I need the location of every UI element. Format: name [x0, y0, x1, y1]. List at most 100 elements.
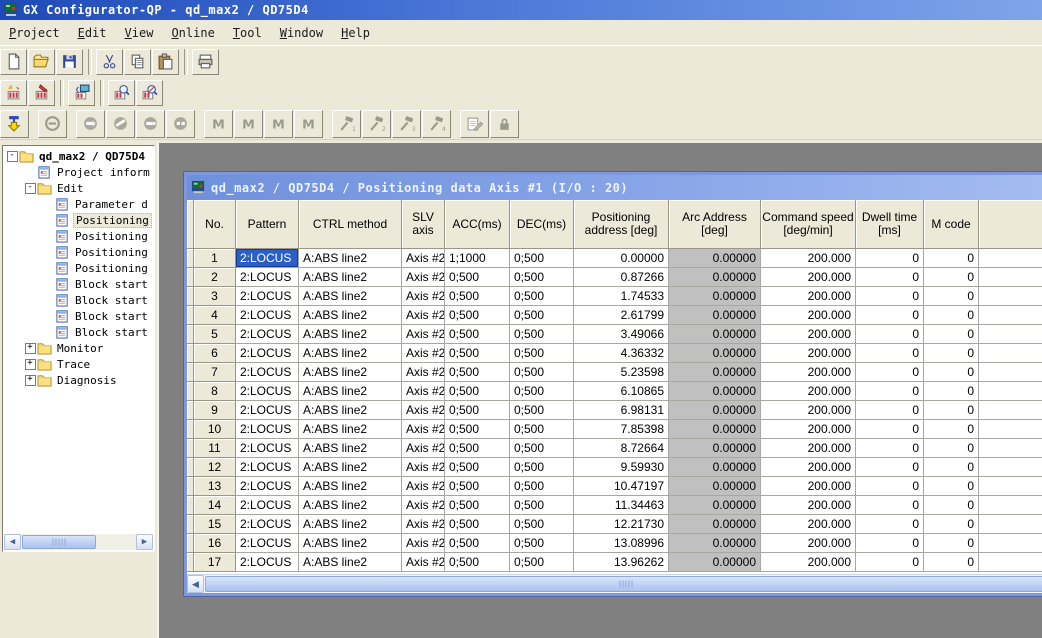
cell-command-speed-deg-min[interactable]: 200.000: [761, 477, 856, 496]
cell-dwell-time-ms[interactable]: 0: [856, 249, 924, 268]
row-number-cell[interactable]: 17: [194, 553, 236, 572]
cell-slv-axis[interactable]: Axis #2: [402, 458, 445, 477]
menu-project[interactable]: Project: [0, 23, 69, 43]
cell-pattern[interactable]: 2:LOCUS: [236, 344, 299, 363]
cell-dec-ms[interactable]: 0;500: [510, 325, 574, 344]
child-title-bar[interactable]: qd_max2 / QD75D4 / Positioning data Axis…: [187, 175, 1042, 200]
cell-pattern[interactable]: 2:LOCUS: [236, 306, 299, 325]
tree-item-block-start[interactable]: Block start: [3, 324, 154, 340]
cell-slv-axis[interactable]: Axis #2: [402, 287, 445, 306]
operation-3-button[interactable]: [136, 110, 165, 138]
cell-filler[interactable]: [979, 534, 1042, 553]
row-number-cell[interactable]: 7: [194, 363, 236, 382]
column-header-m-code[interactable]: M code: [924, 200, 979, 249]
cell-m-code[interactable]: 0: [924, 268, 979, 287]
cell-arc-address-deg[interactable]: 0.00000: [669, 477, 761, 496]
cell-filler[interactable]: [979, 515, 1042, 534]
cell-ctrl-method[interactable]: A:ABS line2: [299, 382, 402, 401]
cell-positioning-address-deg[interactable]: 0.00000: [574, 249, 669, 268]
write-to-module-button[interactable]: [0, 110, 29, 138]
print-button[interactable]: [192, 49, 219, 75]
menu-view[interactable]: View: [116, 23, 163, 43]
lock-button[interactable]: [490, 110, 519, 138]
row-number-cell[interactable]: 12: [194, 458, 236, 477]
cell-arc-address-deg[interactable]: 0.00000: [669, 515, 761, 534]
cell-dwell-time-ms[interactable]: 0: [856, 382, 924, 401]
cell-m-code[interactable]: 0: [924, 249, 979, 268]
cell-positioning-address-deg[interactable]: 3.49066: [574, 325, 669, 344]
cell-m-code[interactable]: 0: [924, 420, 979, 439]
stop-button[interactable]: [38, 110, 67, 138]
row-number-cell[interactable]: 4: [194, 306, 236, 325]
cell-filler[interactable]: [979, 496, 1042, 515]
cell-command-speed-deg-min[interactable]: 200.000: [761, 268, 856, 287]
monitor-module-button[interactable]: [108, 80, 135, 106]
cell-dec-ms[interactable]: 0;500: [510, 496, 574, 515]
cell-filler[interactable]: [979, 382, 1042, 401]
cell-dec-ms[interactable]: 0;500: [510, 477, 574, 496]
cell-dec-ms[interactable]: 0;500: [510, 249, 574, 268]
cell-positioning-address-deg[interactable]: 12.21730: [574, 515, 669, 534]
cell-slv-axis[interactable]: Axis #2: [402, 496, 445, 515]
cell-m-code[interactable]: 0: [924, 515, 979, 534]
cell-ctrl-method[interactable]: A:ABS line2: [299, 458, 402, 477]
column-header-acc-ms[interactable]: ACC(ms): [445, 200, 510, 249]
cell-slv-axis[interactable]: Axis #2: [402, 344, 445, 363]
menu-window[interactable]: Window: [271, 23, 332, 43]
cell-acc-ms[interactable]: 0;500: [445, 268, 510, 287]
cell-acc-ms[interactable]: 0;500: [445, 439, 510, 458]
cell-acc-ms[interactable]: 0;500: [445, 420, 510, 439]
cell-filler[interactable]: [979, 401, 1042, 420]
paste-button[interactable]: [152, 49, 179, 75]
menu-online[interactable]: Online: [162, 23, 223, 43]
tree-horizontal-scrollbar[interactable]: ◀ ▶: [4, 534, 153, 550]
cell-dwell-time-ms[interactable]: 0: [856, 344, 924, 363]
edit-module-button[interactable]: [28, 80, 55, 106]
column-header-dwell-time-ms[interactable]: Dwell time [ms]: [856, 200, 924, 249]
row-number-cell[interactable]: 8: [194, 382, 236, 401]
cell-m-code[interactable]: 0: [924, 306, 979, 325]
cell-command-speed-deg-min[interactable]: 200.000: [761, 458, 856, 477]
new-button[interactable]: [0, 49, 27, 75]
cell-command-speed-deg-min[interactable]: 200.000: [761, 401, 856, 420]
cell-dec-ms[interactable]: 0;500: [510, 287, 574, 306]
cell-pattern[interactable]: 2:LOCUS: [236, 458, 299, 477]
test-tool-2-button[interactable]: 2: [362, 110, 391, 138]
row-number-cell[interactable]: 15: [194, 515, 236, 534]
grid-scrollbar-thumb[interactable]: [205, 576, 1042, 592]
m-button-1[interactable]: M: [204, 110, 233, 138]
column-header-ctrl-method[interactable]: CTRL method: [299, 200, 402, 249]
cell-arc-address-deg[interactable]: 0.00000: [669, 249, 761, 268]
cell-filler[interactable]: [979, 268, 1042, 287]
cell-ctrl-method[interactable]: A:ABS line2: [299, 268, 402, 287]
cell-ctrl-method[interactable]: A:ABS line2: [299, 344, 402, 363]
cell-filler[interactable]: [979, 458, 1042, 477]
test-tool-1-button[interactable]: 1: [332, 110, 361, 138]
row-number-cell[interactable]: 14: [194, 496, 236, 515]
row-number-cell[interactable]: 10: [194, 420, 236, 439]
column-header-positioning-address-deg[interactable]: Positioning address [deg]: [574, 200, 669, 249]
cell-arc-address-deg[interactable]: 0.00000: [669, 344, 761, 363]
cell-acc-ms[interactable]: 0;500: [445, 344, 510, 363]
cell-command-speed-deg-min[interactable]: 200.000: [761, 496, 856, 515]
row-number-cell[interactable]: 13: [194, 477, 236, 496]
cell-ctrl-method[interactable]: A:ABS line2: [299, 420, 402, 439]
tree-scrollbar-thumb[interactable]: [22, 535, 96, 549]
cell-slv-axis[interactable]: Axis #2: [402, 306, 445, 325]
menu-help[interactable]: Help: [332, 23, 379, 43]
cell-dwell-time-ms[interactable]: 0: [856, 363, 924, 382]
title-bar[interactable]: GX Configurator-QP - qd_max2 / QD75D4: [0, 0, 1042, 20]
cell-acc-ms[interactable]: 1;1000: [445, 249, 510, 268]
tree-item-block-start[interactable]: Block start: [3, 276, 154, 292]
cell-slv-axis[interactable]: Axis #2: [402, 249, 445, 268]
cell-dec-ms[interactable]: 0;500: [510, 401, 574, 420]
cell-positioning-address-deg[interactable]: 10.47197: [574, 477, 669, 496]
cell-m-code[interactable]: 0: [924, 382, 979, 401]
cell-dec-ms[interactable]: 0;500: [510, 534, 574, 553]
cell-dwell-time-ms[interactable]: 0: [856, 458, 924, 477]
cell-filler[interactable]: [979, 420, 1042, 439]
cell-arc-address-deg[interactable]: 0.00000: [669, 325, 761, 344]
cell-acc-ms[interactable]: 0;500: [445, 477, 510, 496]
tree-item-edit[interactable]: -Edit: [3, 180, 154, 196]
cell-filler[interactable]: [979, 249, 1042, 268]
